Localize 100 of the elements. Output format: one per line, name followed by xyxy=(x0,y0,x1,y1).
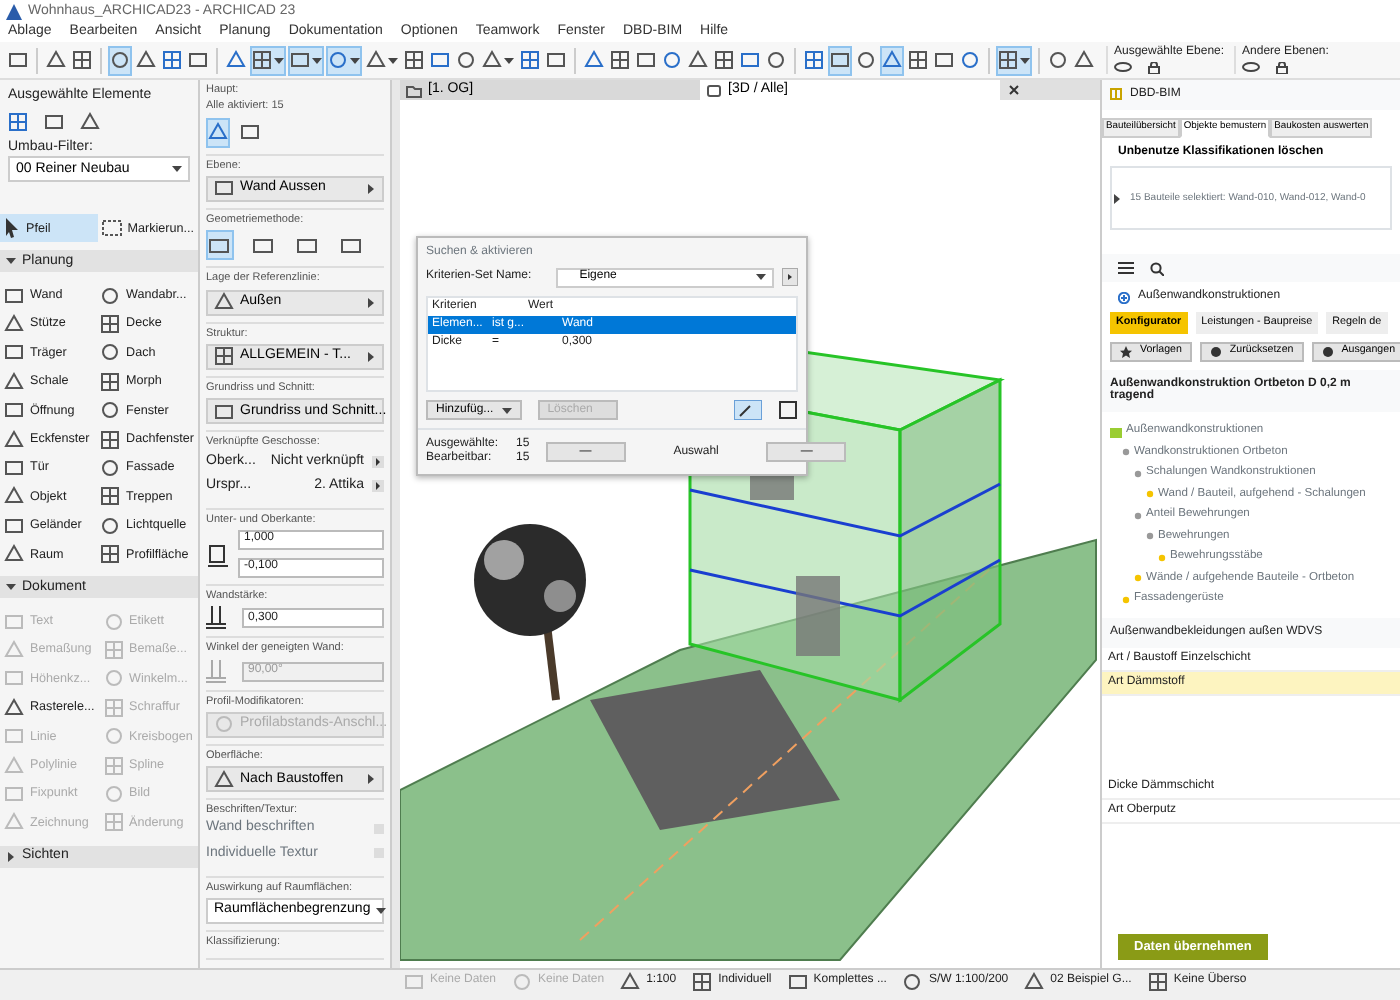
triangle-icon xyxy=(584,50,604,70)
caret-right-icon xyxy=(366,351,376,362)
folder-icon xyxy=(406,83,422,97)
eye-icon[interactable] xyxy=(1242,61,1261,72)
search-icon[interactable] xyxy=(1150,261,1164,276)
leaf-dot-icon xyxy=(1134,574,1142,583)
menu-icon[interactable] xyxy=(1118,262,1134,275)
circle-icon xyxy=(100,515,121,536)
grid-icon xyxy=(103,755,123,776)
rectangle-icon xyxy=(8,50,28,70)
toolbar-button[interactable] xyxy=(206,230,234,261)
caret-right-icon xyxy=(366,297,376,308)
circle-icon xyxy=(103,726,123,747)
marquee-icon[interactable] xyxy=(778,400,798,421)
rectangle-icon xyxy=(4,668,24,689)
wall-outline-icon xyxy=(340,236,364,255)
arrow-button-icon[interactable] xyxy=(372,479,384,492)
rectangle-icon xyxy=(214,401,234,422)
toolbar-dropdown[interactable] xyxy=(288,45,324,75)
rectangle-icon xyxy=(188,50,208,70)
grid-icon xyxy=(103,639,123,660)
toolbar-button[interactable] xyxy=(402,45,426,75)
rectangle-icon xyxy=(4,285,24,306)
caret-down-icon xyxy=(504,55,514,65)
circle-icon xyxy=(100,400,121,421)
toolbar-dropdown[interactable] xyxy=(326,45,362,75)
triangle-icon xyxy=(4,486,24,507)
circle-icon xyxy=(960,50,980,70)
circle-icon xyxy=(103,783,123,804)
toolbar-button[interactable] xyxy=(906,45,930,75)
triangle-icon xyxy=(4,544,24,565)
circle-icon xyxy=(456,50,476,70)
grid-icon xyxy=(908,50,928,70)
circle-icon xyxy=(103,668,123,689)
triangle-icon xyxy=(4,755,24,776)
triangle-icon xyxy=(4,429,24,450)
toolbar-button[interactable] xyxy=(160,45,184,75)
circle-icon xyxy=(110,50,130,70)
rectangle-icon xyxy=(44,112,64,133)
toolbar-button[interactable] xyxy=(518,45,542,75)
arrow-button-icon[interactable] xyxy=(782,268,798,287)
caret-down-icon xyxy=(172,164,182,175)
caret-down-icon xyxy=(501,405,512,416)
triangle-icon xyxy=(688,50,708,70)
leaf-dot-icon xyxy=(1146,490,1154,499)
toolbar-button[interactable] xyxy=(70,45,94,75)
wall-outline-icon xyxy=(252,236,276,255)
circle-icon xyxy=(856,50,876,70)
triangle-icon xyxy=(4,639,24,660)
marquee-icon xyxy=(101,220,122,237)
plus-circle-icon xyxy=(1118,291,1130,304)
toggle-icon[interactable] xyxy=(374,848,384,859)
toolbar-button[interactable] xyxy=(828,45,852,75)
eyedropper-icon[interactable] xyxy=(734,400,762,421)
toggle-icon[interactable] xyxy=(374,823,384,834)
node-dot-icon xyxy=(1134,469,1142,478)
arrow-button-icon[interactable] xyxy=(372,455,384,468)
caret-down-icon xyxy=(312,55,322,65)
grid-icon xyxy=(72,50,92,70)
toolbar-button[interactable] xyxy=(206,117,230,148)
lock-icon[interactable] xyxy=(1276,61,1289,74)
caret-down-icon xyxy=(6,582,16,593)
rectangle-icon xyxy=(404,971,424,991)
leaf-dot-icon xyxy=(1158,553,1166,562)
grid-icon xyxy=(100,314,121,335)
grid-icon xyxy=(404,50,424,70)
close-icon[interactable] xyxy=(1008,84,1020,96)
triangle-icon xyxy=(214,769,234,790)
toolbar-button[interactable] xyxy=(802,45,826,75)
grid-icon xyxy=(1110,88,1122,101)
triangle-icon xyxy=(136,50,156,70)
grid-icon xyxy=(100,429,121,450)
rectangle-icon xyxy=(240,122,260,143)
rectangle-icon xyxy=(430,50,450,70)
caret-down-icon xyxy=(376,905,387,916)
circle-icon xyxy=(100,458,121,479)
toolbar-button[interactable] xyxy=(712,45,736,75)
triangle-icon xyxy=(4,812,24,833)
toolbar-button[interactable] xyxy=(108,45,132,75)
circle-icon xyxy=(662,50,682,70)
rectangle-icon xyxy=(546,50,566,70)
toolbar-dropdown[interactable] xyxy=(996,45,1032,75)
rectangle-icon xyxy=(830,50,850,70)
circle-icon xyxy=(103,611,123,632)
toolbar-dropdown[interactable] xyxy=(250,45,286,75)
node-dot-icon xyxy=(1122,448,1130,457)
rectangle-icon xyxy=(4,611,24,632)
circle-icon xyxy=(1048,50,1068,70)
toolbar-button[interactable] xyxy=(608,45,632,75)
eye-icon[interactable] xyxy=(1114,61,1132,72)
node-dot-icon xyxy=(1134,511,1142,520)
lock-icon[interactable] xyxy=(1148,61,1160,74)
rectangle-icon xyxy=(4,458,24,479)
toolbar-button[interactable] xyxy=(880,45,904,75)
caret-down-icon xyxy=(756,272,766,283)
triangle-icon xyxy=(4,697,24,718)
triangle-icon xyxy=(1074,50,1094,70)
rectangle-icon xyxy=(214,178,234,199)
circle-icon xyxy=(902,971,923,991)
triangle-icon xyxy=(4,371,24,392)
